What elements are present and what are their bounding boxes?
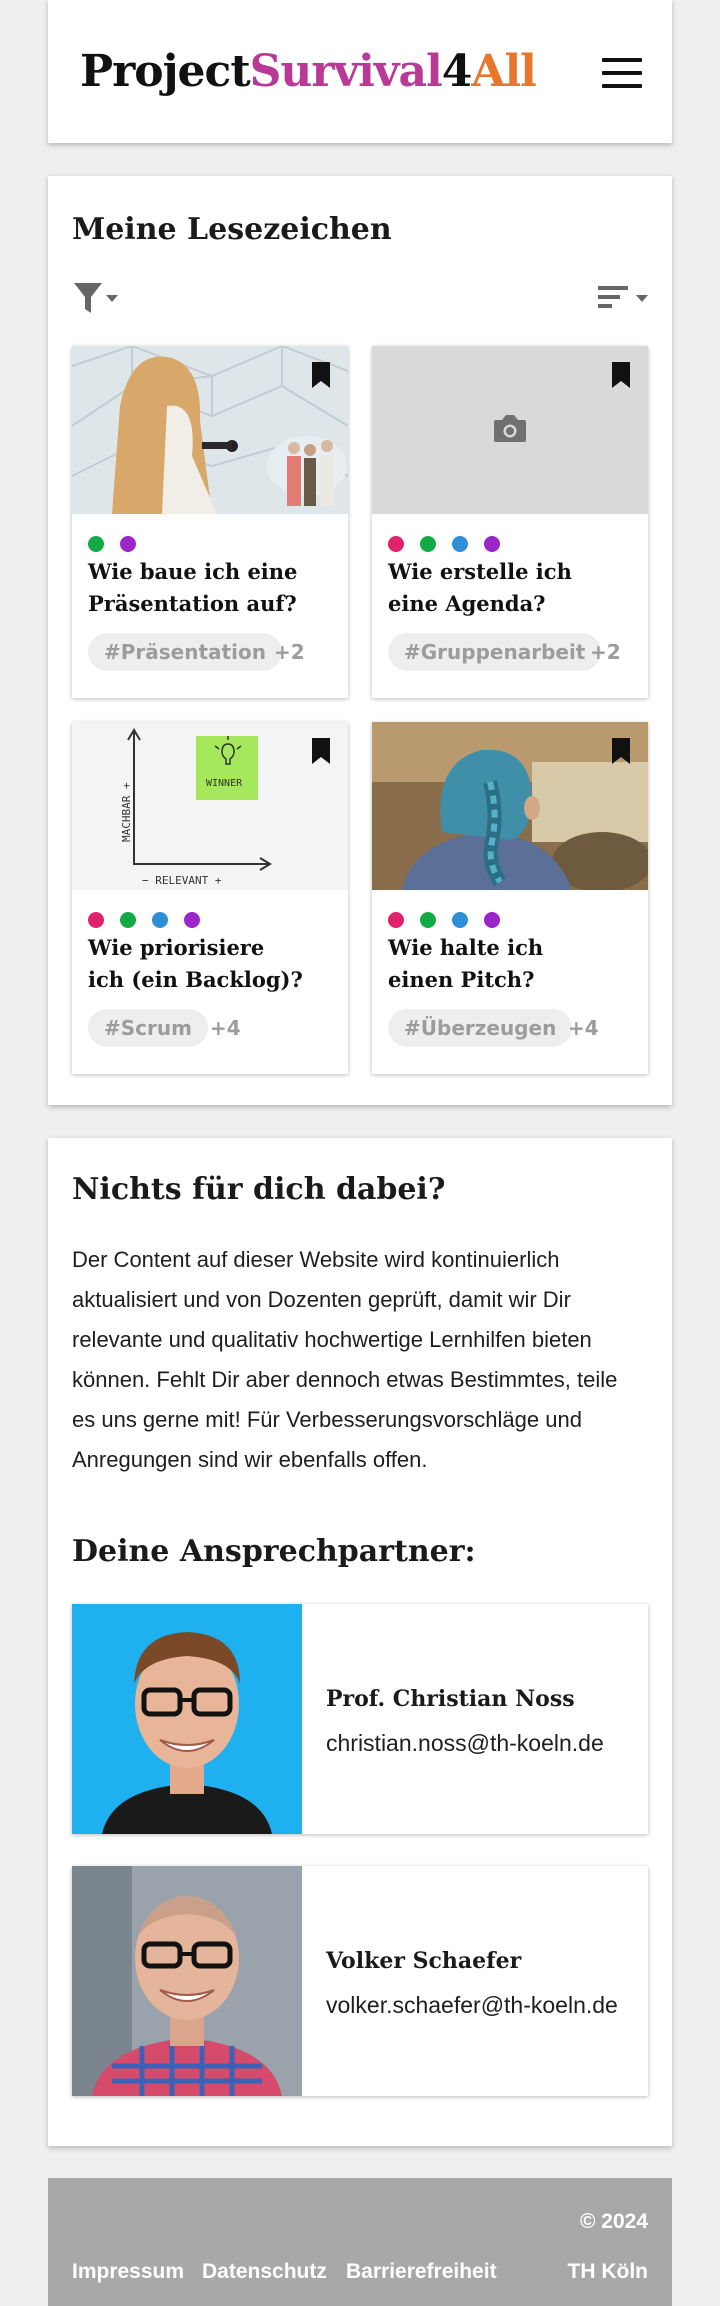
category-dot	[388, 536, 404, 552]
contact-name: Volker Schaefer	[326, 1948, 522, 1974]
category-dots	[388, 912, 516, 928]
category-dots	[388, 536, 516, 552]
category-dot	[388, 912, 404, 928]
site-footer: Impressum Datenschutz Barrierefreiheit ©…	[48, 2178, 672, 2306]
logo-part-4: 4	[441, 46, 473, 97]
info-title: Nichts für dich dabei?	[72, 1172, 446, 1207]
contact-email-link[interactable]: volker.schaefer@th-koeln.de	[326, 1992, 618, 2019]
category-dot	[120, 912, 136, 928]
card-image-blue-hair	[372, 722, 648, 890]
contact-card: Prof. Christian Noss christian.noss@th-k…	[72, 1604, 648, 1834]
footer-link-barrierefreiheit[interactable]: Barrierefreiheit	[346, 2260, 497, 2284]
bookmarks-title: Meine Lesezeichen	[72, 212, 392, 247]
bookmark-icon[interactable]	[310, 736, 332, 766]
card-image-speaker	[72, 346, 348, 514]
category-dot	[420, 912, 436, 928]
category-dots	[88, 912, 216, 928]
category-dot	[484, 536, 500, 552]
contact-section: Nichts für dich dabei? Der Content auf d…	[48, 1138, 672, 2146]
category-dot	[452, 536, 468, 552]
avatar	[72, 1866, 302, 2096]
card-title: Wie priorisiere ich (ein Backlog)?	[88, 935, 303, 992]
card-title: Wie halte ich einen Pitch?	[388, 935, 544, 992]
footer-link-impressum[interactable]: Impressum	[72, 2260, 184, 2284]
bookmark-icon[interactable]	[610, 736, 632, 766]
footer-org: TH Köln	[567, 2260, 648, 2283]
avatar	[72, 1604, 302, 1834]
bookmarks-section: Meine Lesezeichen Wie baue ich eine Präs…	[48, 176, 672, 1105]
card-tag[interactable]: #Gruppenarbeit	[388, 633, 602, 671]
logo-part-survival: Survival	[249, 46, 443, 97]
card-image-placeholder	[372, 346, 648, 514]
site-logo[interactable]: ProjectSurvival4All	[80, 44, 537, 100]
sketch-note: WINNER	[206, 778, 243, 789]
category-dot	[88, 536, 104, 552]
logo-part-project: Project	[80, 46, 251, 97]
bookmark-icon[interactable]	[310, 360, 332, 390]
bookmark-card[interactable]: Wie erstelle ich eine Agenda? #Gruppenar…	[372, 346, 648, 698]
footer-copyright: © 2024	[579, 2210, 648, 2233]
info-paragraph: Der Content auf dieser Website wird kont…	[72, 1247, 618, 1472]
contact-name: Prof. Christian Noss	[326, 1686, 575, 1712]
card-title: Wie erstelle ich eine Agenda?	[388, 559, 572, 616]
category-dot	[120, 536, 136, 552]
bookmark-card[interactable]: Wie baue ich eine Präsentation auf? #Prä…	[72, 346, 348, 698]
card-tag[interactable]: #Präsentation	[88, 633, 282, 671]
filter-icon[interactable]	[72, 280, 122, 316]
card-image-sketch: MACHBAR + − RELEVANT + WINNER	[72, 722, 348, 890]
card-tag-more[interactable]: +4	[210, 1009, 241, 1047]
bookmark-icon[interactable]	[610, 360, 632, 390]
card-tag-more[interactable]: +4	[568, 1009, 599, 1047]
contact-email-link[interactable]: christian.noss@th-koeln.de	[326, 1730, 604, 1757]
hamburger-menu-icon[interactable]	[602, 58, 644, 88]
card-tag[interactable]: #Scrum	[88, 1009, 208, 1047]
category-dot	[152, 912, 168, 928]
card-tag[interactable]: #Überzeugen	[388, 1009, 573, 1047]
bookmark-card[interactable]: MACHBAR + − RELEVANT + WINNER Wie priori…	[72, 722, 348, 1074]
bookmark-card[interactable]: Wie halte ich einen Pitch? #Überzeugen +…	[372, 722, 648, 1074]
sketch-y-label: MACHBAR +	[120, 782, 133, 842]
site-header: ProjectSurvival4All	[48, 0, 672, 143]
category-dot	[88, 912, 104, 928]
card-tag-more[interactable]: +2	[590, 633, 621, 671]
card-title: Wie baue ich eine Präsentation auf?	[88, 559, 298, 616]
category-dot	[184, 912, 200, 928]
footer-link-datenschutz[interactable]: Datenschutz	[202, 2260, 327, 2284]
category-dot	[452, 912, 468, 928]
contacts-title: Deine Ansprechpartner:	[72, 1534, 476, 1569]
card-tag-more[interactable]: +2	[274, 633, 305, 671]
category-dot	[420, 536, 436, 552]
category-dot	[484, 912, 500, 928]
contact-card: Volker Schaefer volker.schaefer@th-koeln…	[72, 1866, 648, 2096]
sort-icon[interactable]	[598, 280, 652, 316]
logo-part-all: All	[471, 46, 537, 97]
sketch-x-label: − RELEVANT +	[142, 874, 222, 887]
category-dots	[88, 536, 152, 552]
